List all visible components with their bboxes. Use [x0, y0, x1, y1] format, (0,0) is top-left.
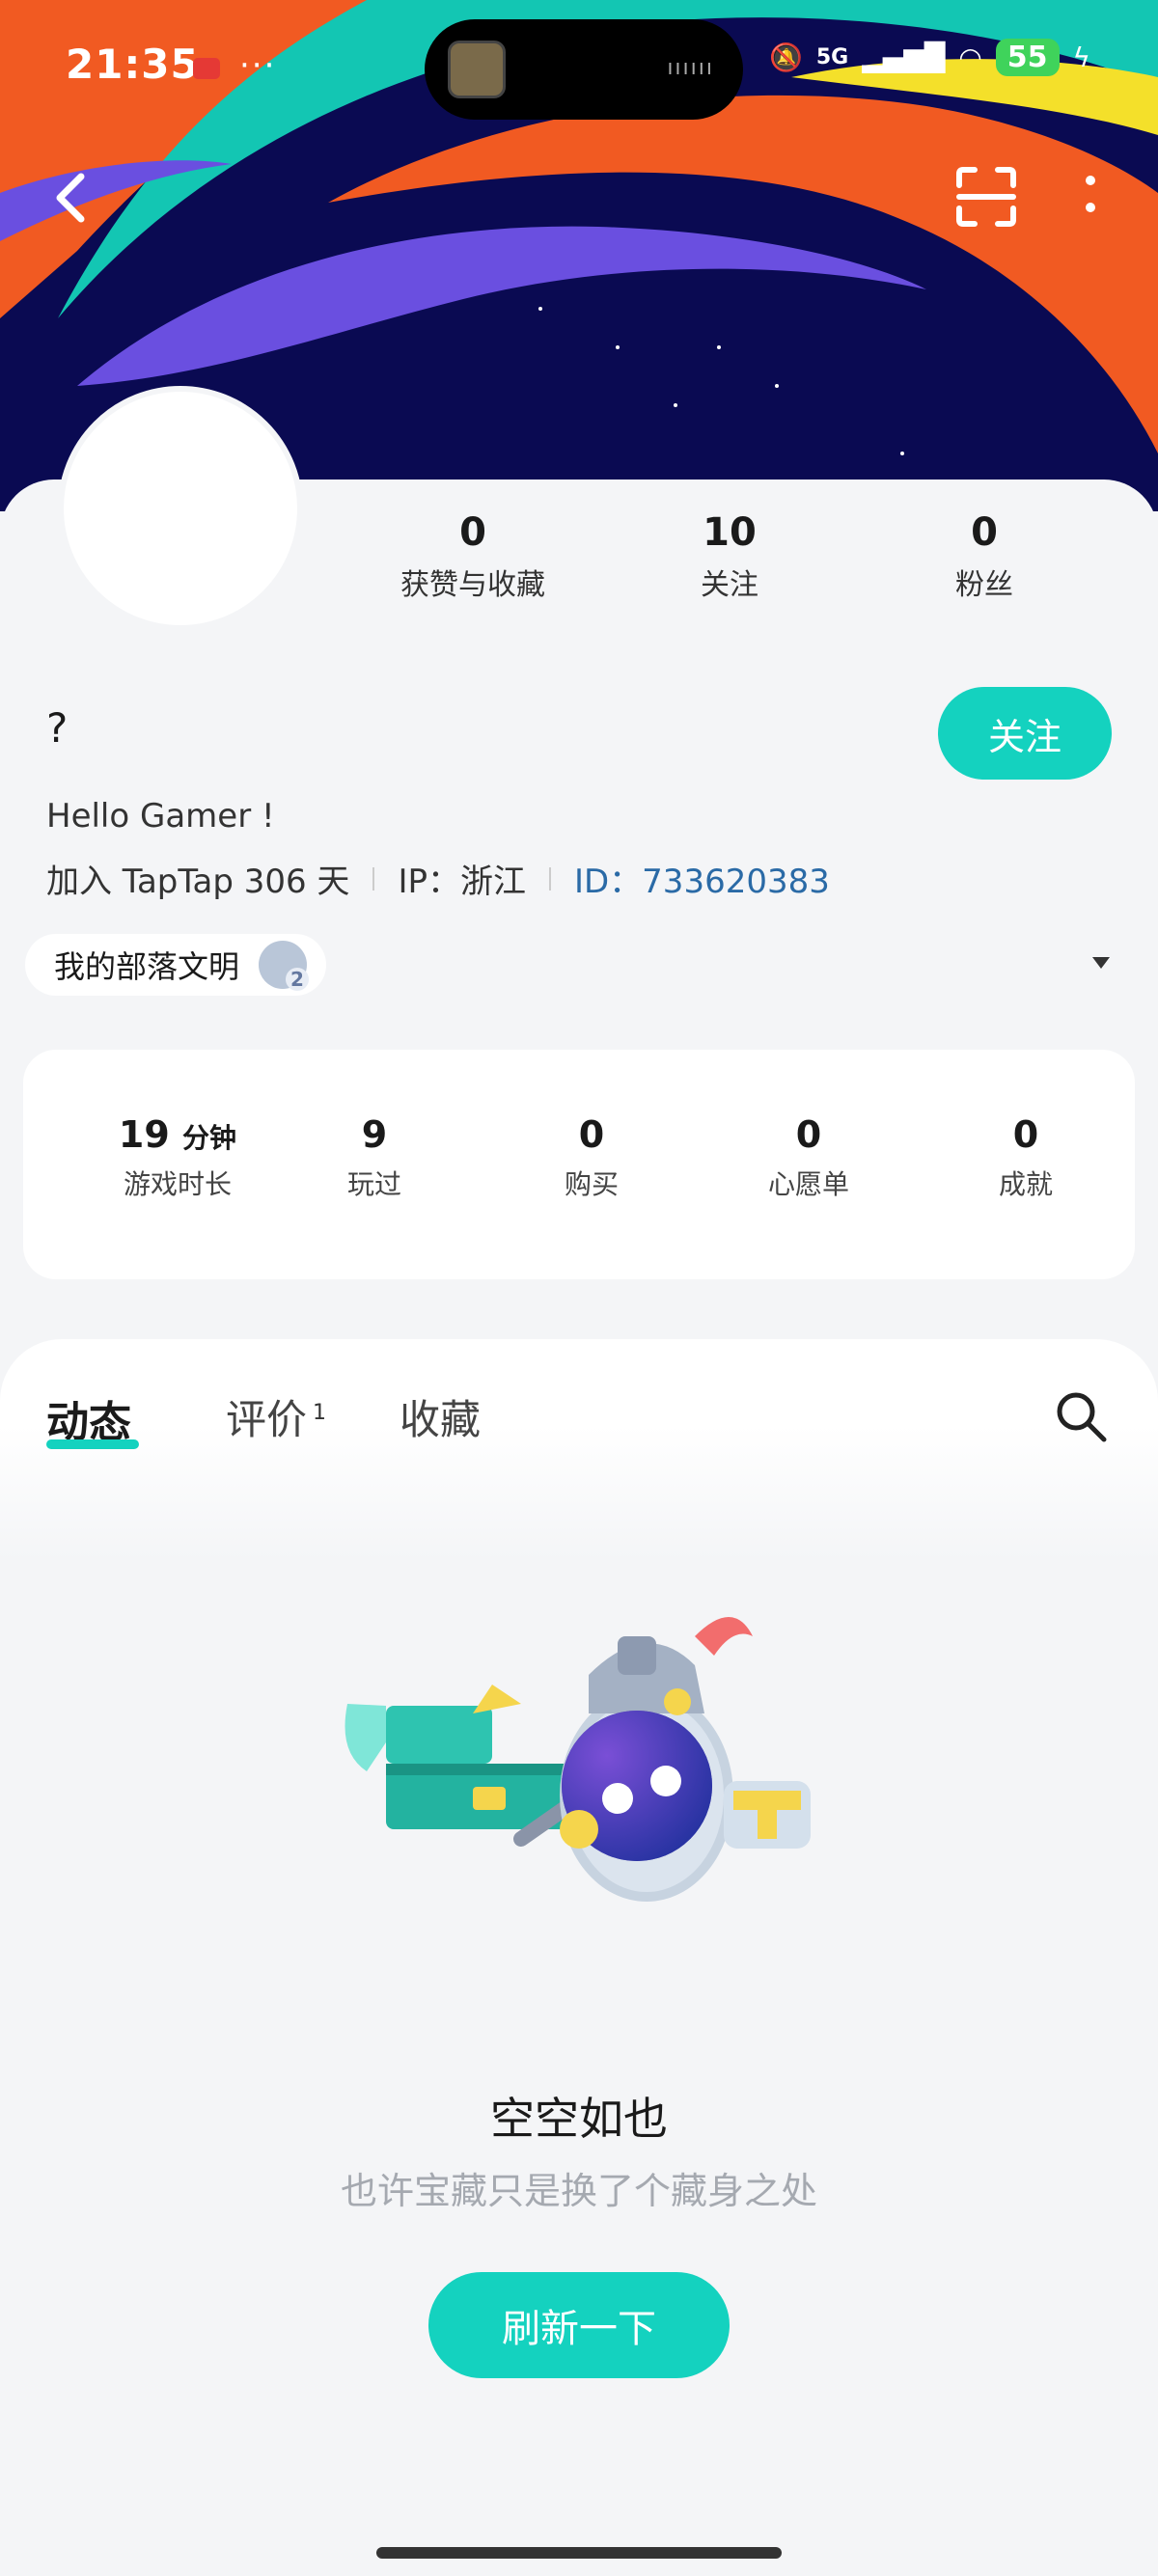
- avatar[interactable]: [58, 386, 303, 631]
- mute-icon: 🔕: [768, 41, 803, 73]
- stat-followers[interactable]: 0 粉丝: [888, 510, 1081, 603]
- stat-label: 玩过: [346, 1168, 401, 1200]
- tribe-chip[interactable]: 我的部落文明 2: [25, 934, 327, 996]
- stat-label: 心愿单: [767, 1168, 849, 1200]
- search-icon: [1057, 1392, 1107, 1442]
- tab-reviews[interactable]: 评价 1: [226, 1387, 326, 1446]
- empty-state-illustration: [345, 1617, 811, 1902]
- stat-label: 获赞与收藏: [400, 568, 545, 602]
- network-label: 5G: [815, 45, 849, 69]
- stat-value: 0: [1012, 1113, 1039, 1156]
- follow-button[interactable]: 关注: [938, 687, 1112, 780]
- stat-label: 游戏时长: [123, 1168, 232, 1200]
- battery-indicator: 55: [995, 39, 1060, 76]
- divider: [548, 866, 551, 891]
- stat-value: 0: [578, 1113, 605, 1156]
- status-time: 21:35: [66, 41, 200, 88]
- back-button[interactable]: [48, 169, 96, 227]
- stat-wishlist[interactable]: 0 心愿单: [712, 1113, 905, 1202]
- refresh-button[interactable]: 刷新一下: [428, 2272, 730, 2378]
- stat-value: 10: [703, 510, 757, 555]
- stat-value: 0: [795, 1113, 822, 1156]
- scan-icon: [956, 167, 1016, 227]
- username: ?: [46, 704, 69, 752]
- stat-likes[interactable]: 0 获赞与收藏: [376, 510, 569, 603]
- scan-button[interactable]: [955, 166, 1017, 228]
- tribe-label: 我的部落文明: [54, 948, 240, 985]
- stat-unit: 分钟: [182, 1122, 237, 1154]
- status-bar: 21:35 ··· ıııııı 🔕 5G ▂▄▆█ ◠ 55 ϟ: [0, 0, 1158, 135]
- empty-subtitle: 也许宝藏只是换了个藏身之处: [340, 2170, 817, 2212]
- stat-label: 成就: [998, 1168, 1053, 1200]
- stat-playtime[interactable]: 19 分钟 游戏时长: [81, 1113, 274, 1202]
- tribe-badge-icon: 2: [259, 941, 310, 991]
- stat-label: 关注: [701, 568, 758, 602]
- stat-played[interactable]: 9 玩过: [278, 1113, 471, 1202]
- tribe-level: 2: [286, 968, 310, 991]
- chevron-down-icon[interactable]: [1092, 957, 1110, 969]
- notification-icon: [193, 58, 220, 79]
- tab-favorites[interactable]: 收藏: [400, 1387, 481, 1446]
- tab-count: 1: [313, 1401, 327, 1425]
- more-icon: [1086, 176, 1095, 212]
- user-bio: Hello Gamer !: [46, 797, 275, 836]
- feed-panel: 动态 评价 1 收藏 空空如也 也许宝藏只是换了个藏身之处 刷新一下: [0, 1339, 1158, 2576]
- stat-purchased[interactable]: 0 购买: [495, 1113, 688, 1202]
- signal-icon: ▂▄▆█: [862, 41, 946, 73]
- game-stats-card: 19 分钟 游戏时长 9 玩过 0 购买 0 心愿单 0 成就: [23, 1050, 1135, 1279]
- audio-bars-icon: ıııııı: [667, 56, 714, 80]
- stat-label: 粉丝: [955, 568, 1013, 602]
- dynamic-island[interactable]: ıııııı: [425, 19, 743, 120]
- search-button[interactable]: [1052, 1387, 1110, 1445]
- status-indicators: 🔕 5G ▂▄▆█ ◠ 55 ϟ: [769, 39, 1090, 76]
- stat-value: 0: [971, 510, 998, 555]
- back-icon: [56, 173, 85, 223]
- home-indicator[interactable]: [376, 2547, 782, 2559]
- user-id[interactable]: ID：733620383: [574, 855, 830, 902]
- stat-achievements[interactable]: 0 成就: [929, 1113, 1122, 1202]
- ip-location: IP：浙江: [398, 863, 526, 901]
- status-more: ···: [239, 46, 277, 85]
- tab-indicator: [46, 1439, 139, 1449]
- join-days: 加入 TapTap 306 天: [46, 863, 350, 901]
- stat-value: 0: [459, 510, 486, 555]
- stat-following[interactable]: 10 关注: [633, 510, 826, 603]
- wifi-icon: ◠: [958, 41, 982, 73]
- media-thumbnail: [448, 41, 506, 98]
- more-button[interactable]: [1076, 169, 1105, 227]
- stat-value: 9: [361, 1113, 388, 1156]
- tab-label: 评价: [226, 1396, 308, 1443]
- charging-icon: ϟ: [1072, 41, 1090, 73]
- user-meta: 加入 TapTap 306 天 IP：浙江 ID：733620383: [46, 855, 830, 902]
- empty-title: 空空如也: [490, 2093, 668, 2145]
- divider: [372, 866, 375, 891]
- stat-value: 19: [118, 1113, 170, 1156]
- stat-label: 购买: [564, 1168, 619, 1200]
